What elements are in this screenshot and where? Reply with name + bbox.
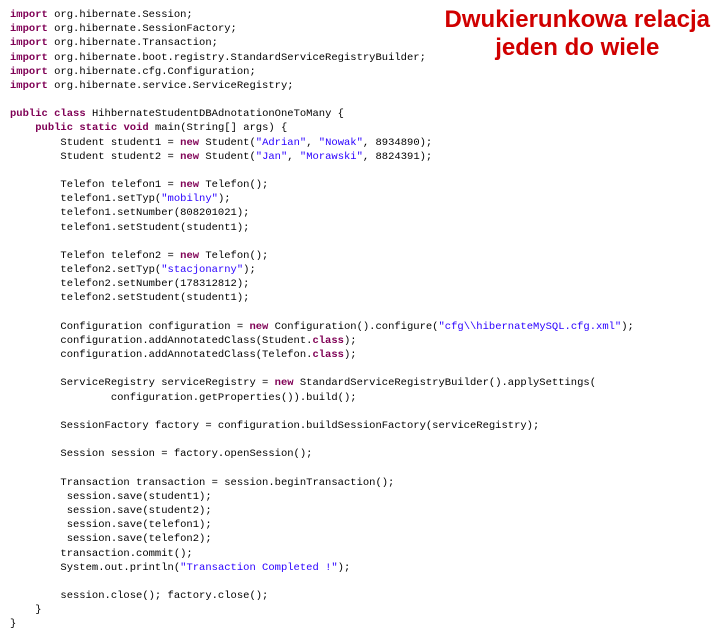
cfg-c: );	[621, 321, 634, 333]
sr-a: ServiceRegistry serviceRegistry =	[10, 377, 275, 389]
kw-new: new	[180, 250, 199, 262]
t2decl-a: Telefon telefon2 =	[10, 250, 180, 262]
cfg-ann2b: );	[344, 349, 357, 361]
sf: SessionFactory factory = configuration.b…	[10, 420, 539, 432]
kw-new: new	[180, 137, 199, 149]
cfg-s: "cfg\\hibernateMySQL.cfg.xml"	[439, 321, 622, 333]
t1num: telefon1.setNumber(808201021);	[10, 207, 249, 219]
tx-s2: session.save(student2);	[10, 505, 212, 517]
slide-title: Dwukierunkowa relacja jeden do wiele	[445, 6, 710, 61]
t2typ-b: );	[243, 264, 256, 276]
out-a: System.out.println(	[10, 562, 180, 574]
kw-class-lit: class	[312, 335, 344, 347]
s1s1: "Adrian"	[256, 137, 306, 149]
tx-begin: Transaction transaction = session.beginT…	[10, 477, 394, 489]
main-sig: main(String[] args) {	[149, 122, 288, 134]
import-4: org.hibernate.boot.registry.StandardServ…	[48, 52, 426, 64]
tx-s1: session.save(student1);	[10, 491, 212, 503]
class-decl: HihbernateStudentDBAdnotationOneToMany {	[86, 108, 344, 120]
import-5: org.hibernate.cfg.Configuration;	[48, 66, 256, 78]
s1c: ,	[306, 137, 319, 149]
kw-import: import	[10, 9, 48, 21]
t1typ-a: telefon1.setTyp(	[10, 193, 161, 205]
kw-class-lit: class	[312, 349, 344, 361]
import-3: org.hibernate.Transaction;	[48, 37, 218, 49]
import-2: org.hibernate.SessionFactory;	[48, 23, 237, 35]
title-line-2: jeden do wiele	[495, 34, 659, 61]
cfg-ann1b: );	[344, 335, 357, 347]
kw-import: import	[10, 66, 48, 78]
cfg-ann1a: configuration.addAnnotatedClass(Student.	[10, 335, 312, 347]
import-1: org.hibernate.Session;	[48, 9, 193, 21]
cfg-ann2a: configuration.addAnnotatedClass(Telefon.	[10, 349, 312, 361]
s2s2: "Morawski"	[300, 151, 363, 163]
close: session.close(); factory.close();	[10, 590, 268, 602]
kw-import: import	[10, 23, 48, 35]
t1decl-a: Telefon telefon1 =	[10, 179, 180, 191]
sr-c: configuration.getProperties()).build();	[10, 392, 357, 404]
t2typ-a: telefon2.setTyp(	[10, 264, 161, 276]
import-6: org.hibernate.service.ServiceRegistry;	[48, 80, 294, 92]
s2d: , 8824391);	[363, 151, 432, 163]
ses: Session session = factory.openSession();	[10, 448, 312, 460]
t2decl-b: Telefon();	[199, 250, 268, 262]
s2a: Student student2 =	[10, 151, 180, 163]
t2num: telefon2.setNumber(178312812);	[10, 278, 249, 290]
out-s: "Transaction Completed !"	[180, 562, 338, 574]
kw-import: import	[10, 80, 48, 92]
sr-b: StandardServiceRegistryBuilder().applySe…	[294, 377, 596, 389]
kw-import: import	[10, 37, 48, 49]
code-block: import org.hibernate.Session; import org…	[10, 8, 710, 632]
kw-new: new	[180, 179, 199, 191]
cfg-b: Configuration().configure(	[268, 321, 438, 333]
kw-void: void	[123, 122, 148, 134]
kw-new: new	[249, 321, 268, 333]
kw-import: import	[10, 52, 48, 64]
brace2: }	[10, 618, 16, 630]
s2c: ,	[287, 151, 300, 163]
cfg-a: Configuration configuration =	[10, 321, 249, 333]
t2stu: telefon2.setStudent(student1);	[10, 292, 249, 304]
out-b: );	[338, 562, 351, 574]
t1typ-b: );	[218, 193, 231, 205]
s1b: Student(	[199, 137, 256, 149]
t2typ-s: "stacjonarny"	[161, 264, 243, 276]
t1typ-s: "mobilny"	[161, 193, 218, 205]
brace1: }	[10, 604, 42, 616]
kw-new: new	[275, 377, 294, 389]
s2b: Student(	[199, 151, 256, 163]
kw-static: static	[79, 122, 117, 134]
kw-public: public	[35, 122, 73, 134]
kw-new: new	[180, 151, 199, 163]
s1s2: "Nowak"	[319, 137, 363, 149]
tx-s4: session.save(telefon2);	[10, 533, 212, 545]
kw-class: class	[54, 108, 86, 120]
t1stu: telefon1.setStudent(student1);	[10, 222, 249, 234]
kw-public: public	[10, 108, 48, 120]
t1decl-b: Telefon();	[199, 179, 268, 191]
s1a: Student student1 =	[10, 137, 180, 149]
s1d: , 8934890);	[363, 137, 432, 149]
tx-s3: session.save(telefon1);	[10, 519, 212, 531]
s2s1: "Jan"	[256, 151, 288, 163]
title-line-1: Dwukierunkowa relacja	[445, 6, 710, 33]
tx-commit: transaction.commit();	[10, 548, 193, 560]
